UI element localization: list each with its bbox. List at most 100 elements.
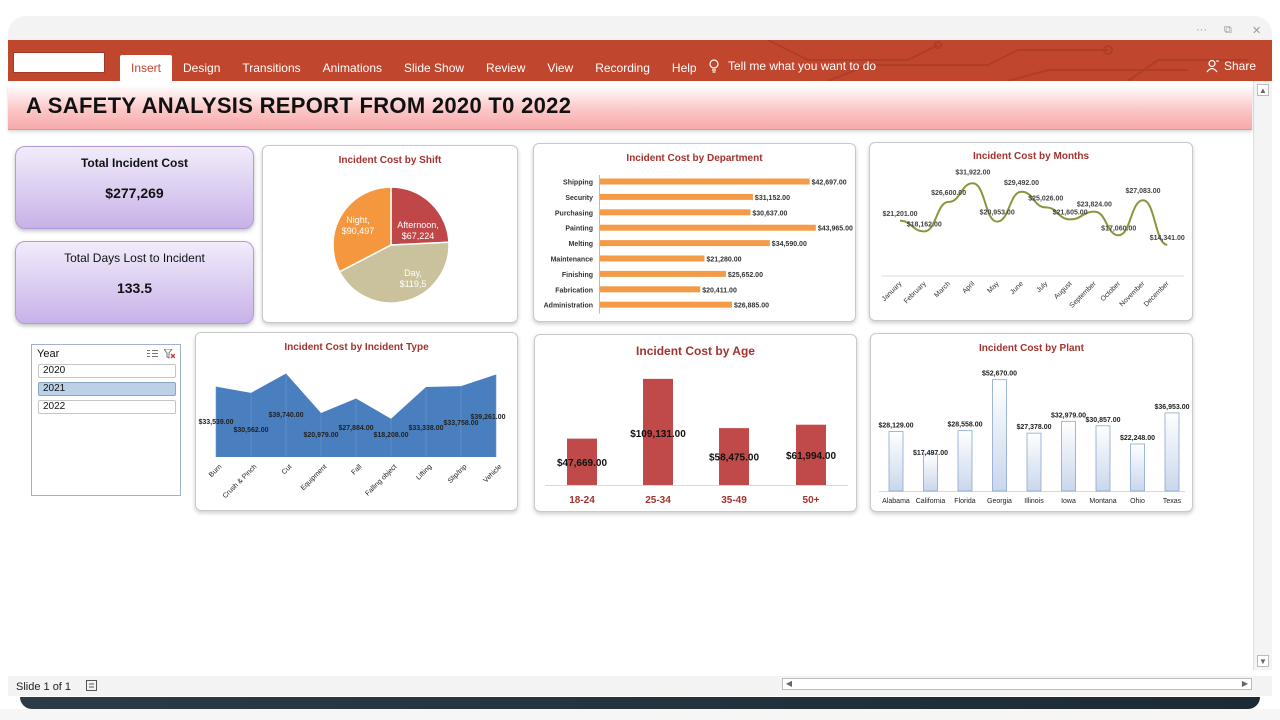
bottom-edge (0, 709, 1280, 720)
data-label: $18,208.00 (373, 432, 408, 439)
tab-view[interactable]: View (536, 55, 584, 81)
data-label: $36,953.00 (1154, 404, 1189, 411)
clear-filter-icon[interactable] (164, 349, 175, 359)
restore-icon[interactable]: ⧉ (1224, 24, 1232, 37)
category-label: Melting (569, 241, 594, 248)
months-line-svg: $21,201.00 January $18,162.00 February $26,6… (881, 169, 1185, 309)
data-label: $33,338.00 (408, 425, 443, 432)
department-bar-svg: Shipping $42,697.00 Security $31,152.00 Purc… (544, 175, 853, 314)
plant-tick-label: California (916, 498, 946, 505)
kpi-value: 133.5 (116, 280, 153, 296)
data-label: $21,280.00 (706, 257, 741, 264)
category-label: Finishing (562, 272, 593, 279)
data-label: $32,979.00 (1051, 412, 1086, 419)
month-tick-label: April (961, 280, 976, 295)
data-label: $17,497.00 (913, 450, 948, 457)
data-label: $14,341.00 (1150, 235, 1185, 242)
chart-cost-by-plant[interactable]: Incident Cost by Plant $28,129.00 Alabama… (870, 333, 1193, 512)
slicer-title: Year (37, 348, 60, 360)
bar-fabrication (600, 286, 701, 293)
plant-bar-svg: $28,129.00 Alabama $17,497.00 California $28… (878, 371, 1189, 505)
data-label: $58,475.00 (709, 453, 759, 464)
tab-help[interactable]: Help (661, 55, 708, 81)
lightbulb-icon (709, 59, 719, 73)
data-label: $61,994.00 (786, 451, 836, 462)
plant-tick-label: Florida (954, 498, 976, 505)
month-tick-label: March (933, 280, 952, 299)
data-label: $27,378.00 (1016, 424, 1051, 431)
data-label: $29,492.00 (1004, 180, 1039, 187)
data-label: $28,558.00 (947, 422, 982, 429)
tab-insert[interactable]: Insert (120, 55, 173, 81)
plant-tick-label: Illinois (1024, 498, 1044, 505)
data-label: $34,590.00 (772, 241, 807, 248)
notes-icon[interactable] (86, 680, 100, 692)
month-tick-label: October (1100, 280, 1123, 303)
data-label: $30,637.00 (752, 210, 787, 217)
shift-pie-svg: Afternoon, $67,224Day, $119,5Night, $90,497 (332, 186, 450, 304)
data-label: $26,885.00 (734, 303, 769, 310)
vertical-scrollbar[interactable]: ▲ ▼ (1253, 81, 1272, 670)
data-label: $20,953.00 (980, 210, 1015, 217)
year-slicer: Year 2020 2021 2022 (31, 344, 181, 496)
data-label: $18,162.00 (907, 221, 942, 228)
multi-select-icon[interactable] (147, 349, 158, 358)
scroll-up-icon[interactable]: ▲ (1257, 84, 1269, 96)
chart-cost-by-shift[interactable]: Incident Cost by Shift Afternoon, $67,224… (262, 145, 518, 323)
kpi-label: Total Days Lost to Incident (64, 251, 205, 265)
chart-cost-by-months[interactable]: Incident Cost by Months $21,201.00 Januar… (869, 142, 1193, 321)
close-icon[interactable]: ✕ (1252, 24, 1261, 37)
tab-animations[interactable]: Animations (312, 55, 393, 81)
tell-me-label: Tell me what you want to do (728, 59, 877, 73)
bar-plant-california (923, 453, 938, 492)
scroll-down-icon[interactable]: ▼ (1257, 655, 1269, 667)
slicer-item-2022[interactable]: 2022 (38, 400, 176, 414)
tab-slide-show[interactable]: Slide Show (393, 55, 475, 81)
plant-tick-label: Alabama (882, 498, 910, 505)
chart-cost-by-department[interactable]: Incident Cost by Department Shipping $42,… (533, 143, 856, 322)
tab-design[interactable]: Design (172, 55, 231, 81)
bar-plant-alabama (888, 431, 904, 492)
chart-cost-by-incident-type[interactable]: Incident Cost by Incident Type $33,539.0… (195, 332, 518, 511)
share-button[interactable]: Share (1206, 59, 1256, 73)
slicer-item-2020[interactable]: 2020 (38, 364, 176, 378)
type-tick-label: Slip/trip (447, 463, 469, 485)
data-label: $47,669.00 (557, 458, 607, 469)
category-label: Painting (565, 226, 593, 233)
bar-finishing (600, 270, 726, 277)
slicer-item-2021[interactable]: 2021 (38, 382, 176, 396)
month-tick-label: August (1053, 280, 1073, 300)
scroll-left-icon[interactable]: ◀ (783, 679, 795, 689)
data-label: $31,922.00 (955, 169, 990, 176)
powerpoint-window: ··· ⧉ ✕ Insert Design Transitions Animation… (0, 0, 1280, 720)
type-tick-label: Cut (281, 463, 294, 476)
tab-review[interactable]: Review (475, 55, 536, 81)
age-tick-label: 18-24 (569, 495, 595, 506)
bar-plant-illinois (1026, 432, 1042, 492)
month-tick-label: June (1009, 280, 1025, 296)
bar-painting (600, 224, 816, 231)
type-tick-label: Burn (208, 463, 223, 478)
category-label: Shipping (563, 180, 593, 187)
data-label: $52,670.00 (982, 371, 1017, 378)
tab-transitions[interactable]: Transitions (231, 55, 311, 81)
month-tick-label: December (1143, 280, 1171, 308)
type-tick-label: Falling object (364, 463, 398, 497)
plant-tick-label: Ohio (1130, 498, 1145, 505)
pie-label-night: Night, $90,497 (342, 215, 375, 236)
more-options-icon[interactable]: ··· (1196, 24, 1207, 36)
data-label: $43,965.00 (818, 226, 853, 233)
quick-access-box[interactable] (13, 52, 105, 73)
data-label: $31,152.00 (755, 195, 790, 202)
horizontal-scrollbar[interactable]: ◀ ▶ (782, 678, 1252, 690)
chart-cost-by-age[interactable]: Incident Cost by Age $47,669.00 18-24 $109… (534, 334, 857, 512)
data-label: $22,248.00 (1120, 435, 1155, 442)
data-label: $30,857.00 (1085, 417, 1120, 424)
tell-me-search[interactable]: Tell me what you want to do (708, 59, 876, 73)
scroll-right-icon[interactable]: ▶ (1239, 679, 1251, 689)
tab-recording[interactable]: Recording (584, 55, 661, 81)
category-label: Fabrication (555, 287, 593, 294)
title-bar (8, 16, 1272, 42)
data-label: $33,539.00 (198, 419, 233, 426)
bar-purchasing (600, 209, 751, 216)
